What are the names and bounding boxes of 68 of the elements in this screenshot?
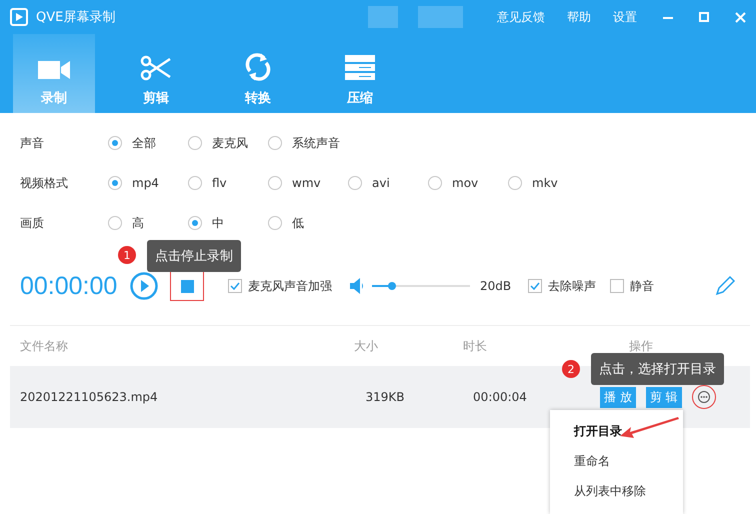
maximize-icon[interactable] (699, 12, 709, 22)
radio-button[interactable] (188, 216, 202, 230)
redaction-patch (368, 6, 398, 28)
checkbox[interactable]: 麦克风声音加强 (228, 278, 332, 294)
video-camera-icon (38, 59, 70, 81)
menu-item[interactable]: 打开目录 (550, 416, 683, 446)
stop-button[interactable] (180, 280, 194, 292)
tooltip: 点击停止录制 (147, 240, 241, 272)
redaction-patch (418, 6, 463, 28)
column-header: 时长 (462, 338, 488, 354)
radio-option[interactable]: avi (348, 176, 428, 190)
radio-button[interactable] (508, 176, 522, 190)
checkbox-label: 麦克风声音加强 (248, 278, 332, 294)
more-icon (698, 391, 710, 403)
radio-option[interactable]: 中 (188, 214, 268, 232)
checkbox-label: 去除噪声 (548, 278, 596, 294)
radio-button[interactable] (268, 216, 282, 230)
radio-button[interactable] (108, 136, 122, 150)
option-label: 声音 (20, 134, 45, 152)
column-header: 操作 (628, 338, 654, 354)
radio-option[interactable]: 低 (268, 214, 348, 232)
column-header: 大小 (353, 338, 380, 354)
radio-option[interactable]: mov (428, 176, 508, 190)
radio-option[interactable]: 全部 (108, 134, 188, 152)
table-cell-text: 00:00:04 (472, 390, 528, 404)
column-header: 文件名称 (19, 338, 69, 354)
checkbox[interactable]: 静音 (610, 278, 654, 294)
radio-option[interactable]: wmv (268, 176, 348, 190)
step-badge: 1 (118, 246, 136, 264)
radio-option[interactable]: flv (188, 176, 268, 190)
radio-option[interactable]: 系统声音 (268, 134, 348, 152)
radio-option[interactable]: 麦克风 (188, 134, 268, 152)
refresh-icon (244, 53, 272, 81)
checkbox-box[interactable] (228, 279, 242, 293)
pointer-arrow (620, 416, 680, 440)
checkbox-box[interactable] (528, 279, 542, 293)
server-stack-icon (345, 55, 375, 81)
radio-option[interactable]: mp4 (108, 176, 188, 190)
radio-button[interactable] (188, 136, 202, 150)
checkbox-label: 静音 (630, 278, 654, 294)
radio-button[interactable] (268, 176, 282, 190)
close-icon[interactable] (735, 12, 746, 22)
radio-option[interactable]: 高 (108, 214, 188, 232)
app-logo-icon (10, 8, 28, 26)
menu-item[interactable]: 从列表中移除 (550, 476, 683, 506)
timer: 00:00:00 (20, 272, 118, 300)
tooltip: 点击，选择打开目录 (591, 353, 724, 385)
speaker-icon (350, 278, 364, 294)
radio-button[interactable] (268, 136, 282, 150)
radio-button[interactable] (108, 216, 122, 230)
table-cell-text: 20201221105623.mp4 (19, 390, 159, 404)
table-cell-text: 319KB (364, 390, 406, 404)
step-badge: 2 (562, 360, 580, 378)
pencil-icon[interactable] (714, 275, 736, 297)
radio-button[interactable] (108, 176, 122, 190)
scissors-icon (140, 55, 172, 81)
radio-button[interactable] (428, 176, 442, 190)
option-label: 画质 (20, 214, 45, 232)
radio-option[interactable]: mkv (508, 176, 588, 190)
option-label: 视频格式 (20, 174, 69, 192)
checkbox-box[interactable] (610, 279, 624, 293)
play-icon[interactable] (130, 272, 158, 300)
window-title: QVE屏幕录制 (36, 9, 116, 26)
checkbox[interactable]: 去除噪声 (528, 278, 596, 294)
radio-button[interactable] (188, 176, 202, 190)
volume-reading: 20dB (480, 279, 512, 293)
menu-item[interactable]: 重命名 (550, 446, 683, 476)
radio-button[interactable] (348, 176, 362, 190)
